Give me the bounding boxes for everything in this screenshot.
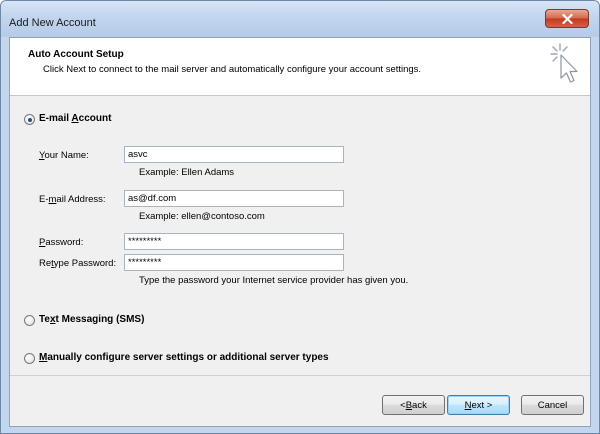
email-address-label: E-mail Address: [39, 194, 106, 205]
back-button[interactable]: < Back [382, 395, 445, 415]
header-band: Auto Account Setup Click Next to connect… [10, 38, 590, 96]
password-hint: Type the password your Internet service … [139, 275, 409, 286]
window-title: Add New Account [9, 17, 96, 29]
dialog-body: Auto Account Setup Click Next to connect… [9, 37, 591, 427]
retype-password-input[interactable]: ********* [124, 254, 344, 271]
add-new-account-dialog: Add New Account Auto Account Setup Click… [0, 0, 600, 434]
password-label: Password: [39, 237, 84, 248]
close-button[interactable] [545, 9, 589, 28]
email-account-label[interactable]: E-mail Account [39, 113, 111, 124]
your-name-input[interactable]: asvc [124, 146, 344, 163]
manual-config-radio[interactable] [24, 353, 35, 364]
password-input[interactable]: ********* [124, 233, 344, 250]
page-subtitle: Click Next to connect to the mail server… [43, 64, 422, 75]
your-name-example: Example: Ellen Adams [139, 167, 235, 178]
footer-divider [10, 375, 590, 376]
close-icon [561, 13, 573, 24]
title-bar[interactable]: Add New Account [1, 1, 599, 37]
manual-config-label[interactable]: Manually configure server settings or ad… [39, 352, 329, 363]
email-address-input[interactable]: as@df.com [124, 190, 344, 207]
page-title: Auto Account Setup [28, 49, 124, 60]
cursor-sparkle-icon [550, 43, 578, 83]
next-button[interactable]: Next > [447, 395, 510, 415]
your-name-label: Your Name: [39, 150, 89, 161]
text-messaging-label[interactable]: Text Messaging (SMS) [39, 314, 144, 325]
retype-password-label: Retype Password: [39, 258, 117, 269]
text-messaging-radio[interactable] [24, 315, 35, 326]
email-account-radio[interactable] [24, 114, 35, 125]
email-address-example: Example: ellen@contoso.com [139, 211, 265, 222]
cancel-button[interactable]: Cancel [521, 395, 584, 415]
